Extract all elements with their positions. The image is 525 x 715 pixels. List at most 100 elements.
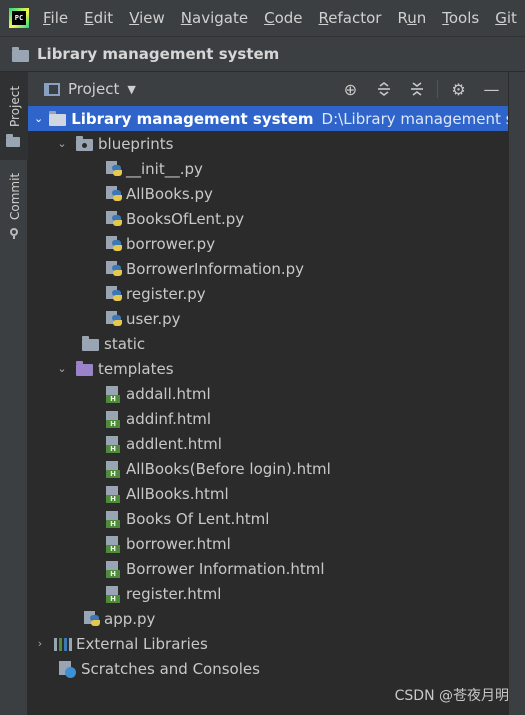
tree-file-label: addlent.html [126,434,222,453]
menu-refactor[interactable]: Refactor [319,9,382,27]
menu-bar: PC File Edit View Navigate Code Refactor… [0,0,525,36]
tree-file[interactable]: user.py [28,306,508,331]
tree-root-path: D:\Library management syst [321,109,508,128]
folder-icon [49,110,67,127]
tree-file-label: AllBooks(Before login).html [126,459,331,478]
tree-file[interactable]: H addlent.html [28,431,508,456]
commit-icon [8,226,20,239]
tree-file[interactable]: BooksOfLent.py [28,206,508,231]
tree-folder-label: templates [98,359,174,378]
tree-file[interactable]: AllBooks.py [28,181,508,206]
tree-file-label: __init__.py [126,159,203,178]
html-file-icon: H [104,485,122,503]
html-file-icon: H [104,435,122,453]
tool-tab-project[interactable]: Project [0,72,28,160]
menu-run[interactable]: Run [397,9,426,27]
tool-tab-commit[interactable]: Commit [0,164,28,244]
tool-tab-project-label: Project [8,85,22,127]
right-tool-stripe [508,72,525,715]
tree-file[interactable]: H borrower.html [28,531,508,556]
python-file-icon [104,185,122,202]
tree-file[interactable]: H Borrower Information.html [28,556,508,581]
chevron-down-icon[interactable]: ⌄ [56,137,68,150]
breadcrumb-project[interactable]: Library management system [37,45,279,63]
menu-git[interactable]: Git [495,9,517,27]
tree-file-label: borrower.html [126,534,231,553]
chevron-right-icon[interactable]: › [34,637,46,650]
html-file-icon: H [104,385,122,403]
tree-root[interactable]: ⌄ Library management system D:\Library m… [28,106,508,131]
tree-file-label: BorrowerInformation.py [126,259,305,278]
tree-file-label: BooksOfLent.py [126,209,245,228]
locate-icon[interactable]: ⊕ [334,72,367,106]
tree-file-label: Books Of Lent.html [126,509,270,528]
python-file-icon [104,310,122,327]
tree-file[interactable]: H AllBooks.html [28,481,508,506]
python-file-icon [104,160,122,177]
html-file-icon: H [104,460,122,478]
minimize-icon[interactable]: — [475,72,508,106]
menu-view[interactable]: View [129,9,165,27]
tree-folder-static[interactable]: static [28,331,508,356]
tree-file[interactable]: H Books Of Lent.html [28,506,508,531]
tree-file-label: AllBooks.py [126,184,213,203]
scratches-icon [59,660,77,678]
templates-folder-icon [76,360,94,377]
tree-scratches[interactable]: Scratches and Consoles [28,656,508,681]
html-file-icon: H [104,410,122,428]
tree-file[interactable]: borrower.py [28,231,508,256]
watermark: CSDN @苍夜月明 [394,688,509,704]
tree-file-app[interactable]: app.py [28,606,508,631]
tree-file-label: user.py [126,309,181,328]
tree-file[interactable]: H AllBooks(Before login).html [28,456,508,481]
tree-file-label: Borrower Information.html [126,559,325,578]
html-file-icon: H [104,560,122,578]
tree-external-libraries-label: External Libraries [76,634,208,653]
tree-file-label: register.py [126,284,206,303]
chevron-down-icon[interactable]: ▼ [127,83,135,96]
tree-file[interactable]: H addall.html [28,381,508,406]
python-file-icon [104,235,122,252]
tree-folder-label: static [104,334,146,353]
toolbar-divider [437,80,438,98]
project-view-title[interactable]: Project [68,80,119,98]
project-view-icon [44,82,60,96]
folder-icon [82,335,100,352]
tree-file[interactable]: register.py [28,281,508,306]
tree-external-libraries[interactable]: › External Libraries [28,631,508,656]
tree-file-label: addinf.html [126,409,212,428]
tree-folder-label: blueprints [98,134,174,153]
tree-file[interactable]: H register.html [28,581,508,606]
gear-icon[interactable]: ⚙ [442,72,475,106]
project-panel-header: Project ▼ ⊕ ⚙ — [28,72,508,106]
menu-edit[interactable]: Edit [84,9,113,27]
menu-tools[interactable]: Tools [442,9,479,27]
tree-file-label: addall.html [126,384,211,403]
tree-file[interactable]: __init__.py [28,156,508,181]
tree-folder-blueprints[interactable]: ⌄ blueprints [28,131,508,156]
tree-file-label: AllBooks.html [126,484,229,503]
chevron-down-icon[interactable]: ⌄ [34,112,43,125]
tree-root-label: Library management system [71,109,314,128]
package-folder-icon [76,135,94,152]
python-file-icon [82,610,100,627]
expand-all-icon[interactable] [367,72,400,106]
html-file-icon: H [104,535,122,553]
tree-file-label: register.html [126,584,222,603]
tree-folder-templates[interactable]: ⌄ templates [28,356,508,381]
folder-icon [6,134,22,148]
tree-scratches-label: Scratches and Consoles [81,659,260,678]
tree-file[interactable]: H addinf.html [28,406,508,431]
pycharm-logo-icon: PC [9,8,29,28]
collapse-all-icon[interactable] [400,72,433,106]
left-tool-stripe: Project Commit [0,72,28,715]
html-file-icon: H [104,585,122,603]
menu-code[interactable]: Code [264,9,302,27]
tree-file[interactable]: BorrowerInformation.py [28,256,508,281]
menu-navigate[interactable]: Navigate [181,9,248,27]
tool-tab-commit-label: Commit [8,172,22,220]
chevron-down-icon[interactable]: ⌄ [56,362,68,375]
tree-file-label: borrower.py [126,234,216,253]
python-file-icon [104,285,122,302]
menu-file[interactable]: File [43,9,68,27]
